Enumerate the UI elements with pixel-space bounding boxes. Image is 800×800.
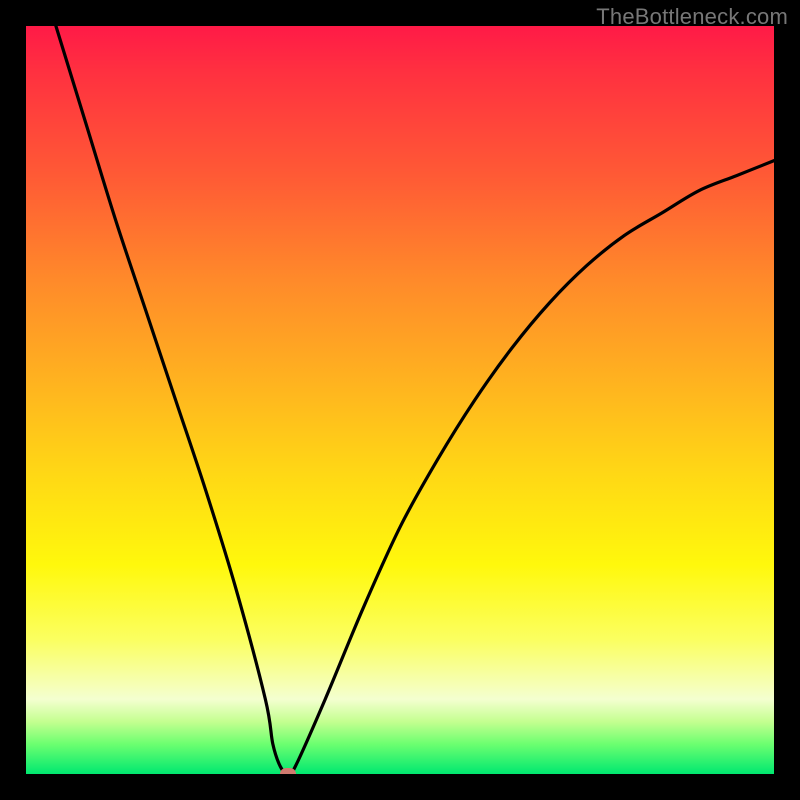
plot-area <box>26 26 774 774</box>
watermark-text: TheBottleneck.com <box>596 4 788 30</box>
chart-frame: TheBottleneck.com <box>0 0 800 800</box>
bottleneck-curve <box>26 26 774 774</box>
minimum-marker <box>280 768 296 774</box>
